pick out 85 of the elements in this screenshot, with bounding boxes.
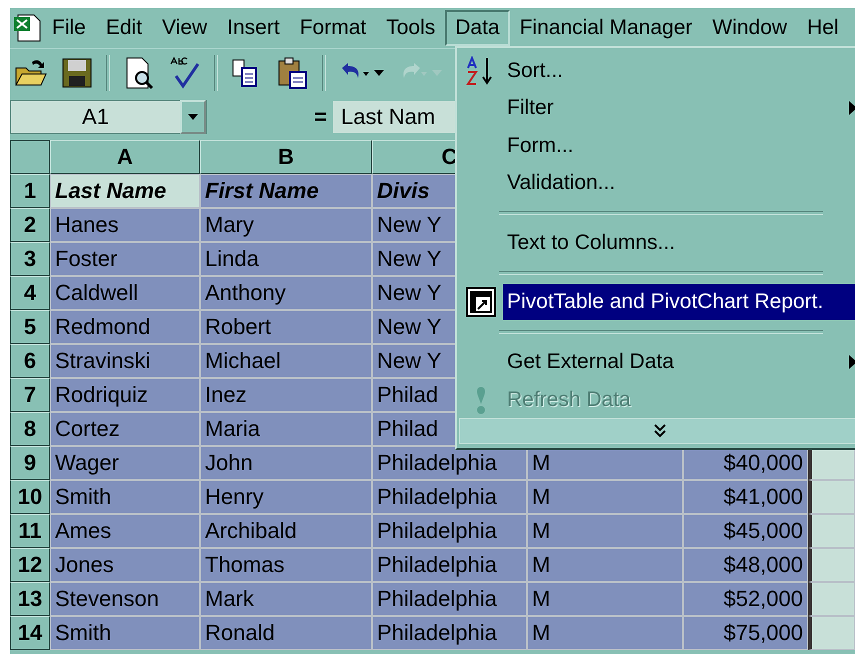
table-cell: Henry [200, 480, 372, 514]
table-cell: Philadelphia [372, 582, 527, 616]
table-cell: M [527, 514, 683, 548]
table-cell: Wager [50, 446, 200, 480]
menu-item[interactable]: Sort... [503, 52, 855, 89]
pivot-table-icon [466, 287, 496, 318]
table-cell: M [527, 582, 683, 616]
table-cell: Stevenson [50, 582, 200, 616]
table-cell: $45,000 [683, 514, 808, 548]
menu-title[interactable]: File [42, 10, 96, 46]
table-cell: Inez [200, 378, 372, 412]
table-cell: Stravinski [50, 344, 200, 378]
row-header[interactable]: 11 [10, 514, 50, 548]
equals-sign: = [313, 104, 328, 130]
table-cell: $52,000 [683, 582, 808, 616]
table-cell: Maria [200, 412, 372, 446]
row-header[interactable]: 8 [10, 412, 50, 446]
table-cell: Smith [50, 616, 200, 650]
menu-title[interactable]: Financial Manager [510, 10, 702, 46]
menu-title[interactable]: Edit [96, 10, 152, 46]
menu-title[interactable]: Data [445, 10, 510, 46]
table-cell: Thomas [200, 548, 372, 582]
row-header[interactable]: 12 [10, 548, 50, 582]
table-cell: Cortez [50, 412, 200, 446]
table-cell: John [200, 446, 372, 480]
dropdown-button[interactable] [180, 100, 206, 134]
table-cell: Mary [200, 208, 372, 242]
table-cell: Ames [50, 514, 200, 548]
caret-icon[interactable] [374, 70, 384, 76]
double-chevron-icon [654, 424, 666, 438]
table-cell: First Name [200, 174, 372, 208]
menu-title[interactable]: View [152, 10, 218, 46]
row-header[interactable]: 6 [10, 344, 50, 378]
menu-title[interactable]: Insert [217, 10, 290, 46]
row-header[interactable]: 1 [10, 174, 50, 208]
menu-title[interactable]: Tools [376, 10, 446, 46]
table-cell: M [527, 548, 683, 582]
table-cell: Redmond [50, 310, 200, 344]
row-header[interactable]: 3 [10, 242, 50, 276]
table-cell: Jones [50, 548, 200, 582]
menu-title[interactable]: Window [702, 10, 798, 46]
table-cell: Archibald [200, 514, 372, 548]
cell-reference: A1 [81, 104, 110, 130]
row-header[interactable]: 5 [10, 310, 50, 344]
menu-title[interactable]: Format [290, 10, 376, 46]
table-cell: M [527, 616, 683, 650]
spreadsheet-app-icon[interactable] [12, 13, 42, 43]
menu-title[interactable]: Hel [797, 10, 849, 46]
table-cell: Rodriquiz [50, 378, 200, 412]
table-cell: Mark [200, 582, 372, 616]
table-cell: Anthony [200, 276, 372, 310]
table-cell: $48,000 [683, 548, 808, 582]
column-header[interactable]: B [200, 140, 372, 174]
row-header[interactable]: 14 [10, 616, 50, 650]
row-header[interactable]: 2 [10, 208, 50, 242]
table-cell: Philadelphia [372, 446, 527, 480]
menu-item[interactable]: Filter [503, 90, 849, 126]
row-header[interactable]: 13 [10, 582, 50, 616]
menu-item[interactable]: PivotTable and PivotChart Report. [503, 284, 855, 320]
table-cell: Philadelphia [372, 548, 527, 582]
table-cell: Smith [50, 480, 200, 514]
table-cell: Caldwell [50, 276, 200, 310]
table-cell: $41,000 [683, 480, 808, 514]
table-cell: Robert [200, 310, 372, 344]
row-header[interactable]: 4 [10, 276, 50, 310]
table-cell: Ronald [200, 616, 372, 650]
caret-icon [188, 114, 198, 120]
row-header[interactable]: 9 [10, 446, 50, 480]
row-header[interactable]: 10 [10, 480, 50, 514]
table-cell: Last Name [50, 174, 200, 208]
table-cell: Philadelphia [372, 480, 527, 514]
table-cell: $75,000 [683, 616, 808, 650]
table-cell: Linda [200, 242, 372, 276]
paste-icon[interactable] [276, 56, 310, 90]
table-cell: Philadelphia [372, 616, 527, 650]
table-cell: Foster [50, 242, 200, 276]
table-cell: Michael [200, 344, 372, 378]
table-cell: M [527, 480, 683, 514]
row-header[interactable]: 7 [10, 378, 50, 412]
table-cell: Philadelphia [372, 514, 527, 548]
column-header[interactable]: A [50, 140, 200, 174]
spelling-check-icon[interactable] [168, 56, 202, 90]
table-cell: Hanes [50, 208, 200, 242]
name-box[interactable]: A1 [10, 100, 207, 134]
select-all-corner[interactable] [10, 140, 50, 174]
